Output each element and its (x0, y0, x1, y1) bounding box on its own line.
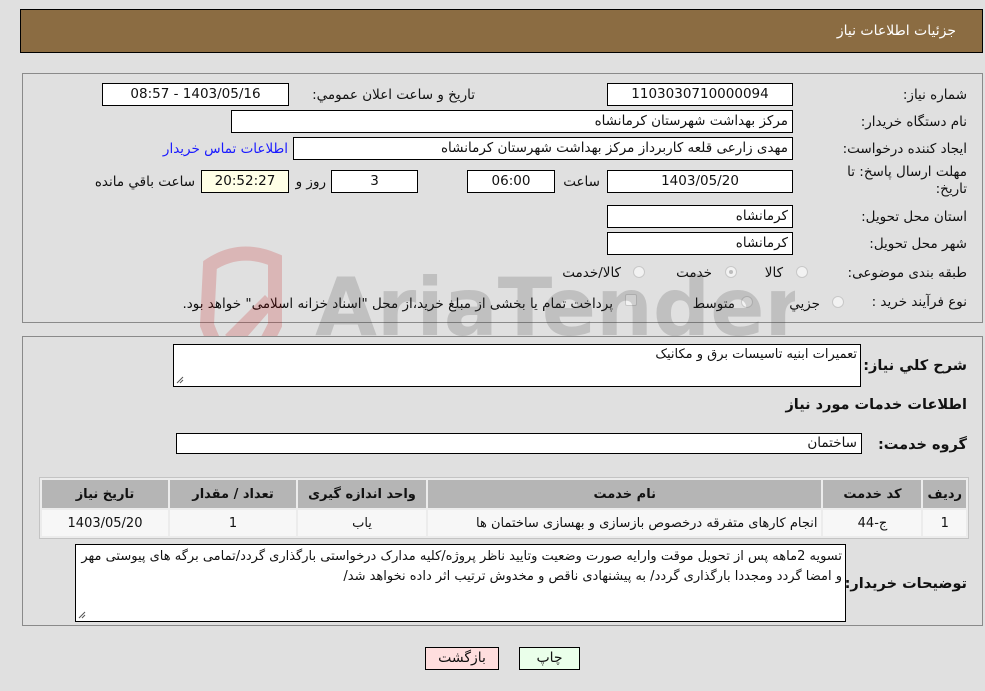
service-group-label: گروه خدمت: (877, 437, 967, 453)
cell-unit: ياب (298, 510, 426, 536)
process-option-medium: متوسط (692, 296, 735, 312)
services-table: رديف کد خدمت نام خدمت واحد اندازه گيری ت… (39, 477, 969, 539)
table-row: 1 ج-44 انجام کارهای متفرقه درخصوص بازساز… (42, 510, 966, 536)
announce-datetime-label: تاريخ و ساعت اعلان عمومي: (312, 87, 475, 103)
service-group-field: ساختمان (176, 433, 862, 454)
general-desc-text: تعميرات ابنيه تاسيسات برق و مکانيک (655, 347, 857, 362)
requester-label: ايجاد کننده درخواست: (842, 141, 967, 157)
deadline-time-label: ساعت (563, 174, 600, 190)
need-number-label: شماره نياز: (902, 87, 967, 103)
resize-grip-icon[interactable] (78, 611, 86, 619)
deadline-time-field: 06:00 (467, 170, 555, 193)
resize-grip-icon[interactable] (176, 376, 184, 384)
buyer-notes-text: تسویه 2ماهه پس از تحویل موقت وارایه صورت… (81, 549, 842, 584)
category-radio-service[interactable] (725, 266, 737, 278)
cell-service-code: ج-44 (823, 510, 922, 536)
category-option-service: خدمت (676, 265, 712, 281)
time-remaining-field: 20:52:27 (201, 170, 289, 193)
days-remaining-field: 3 (331, 170, 418, 193)
services-section-title: اطلاعات خدمات مورد نياز (785, 397, 967, 413)
print-button[interactable]: چاپ (519, 647, 580, 670)
days-label: روز و (295, 174, 326, 190)
page-header: جزئيات اطلاعات نياز (20, 9, 983, 53)
col-service-name: نام خدمت (428, 480, 822, 508)
need-number-field: 1103030710000094 (607, 83, 793, 106)
cell-service-name: انجام کارهای متفرقه درخصوص بازسازی و بهس… (428, 510, 822, 536)
process-radio-medium[interactable] (741, 296, 753, 308)
deadline-date-field: 1403/05/20 (607, 170, 793, 193)
table-header-row: رديف کد خدمت نام خدمت واحد اندازه گيری ت… (42, 480, 966, 508)
delivery-province-label: استان محل تحويل: (861, 209, 967, 225)
cell-need-date: 1403/05/20 (42, 510, 168, 536)
delivery-city-field: کرمانشاه (607, 232, 793, 255)
delivery-city-label: شهر محل تحويل: (869, 236, 967, 252)
cell-row-number: 1 (923, 510, 966, 536)
delivery-province-field: کرمانشاه (607, 205, 793, 228)
treasury-note: پرداخت تمام يا بخشی از مبلغ خريد،از محل … (182, 296, 613, 312)
category-option-goods: کالا (764, 265, 783, 281)
general-desc-label: شرح كلي نياز: (863, 358, 967, 374)
treasury-checkbox[interactable] (625, 294, 637, 306)
category-option-goods-service: کالا/خدمت (562, 265, 621, 281)
back-button[interactable]: بازگشت (425, 647, 499, 670)
col-quantity: تعداد / مقدار (170, 480, 296, 508)
buyer-org-label: نام دستگاه خريدار: (860, 114, 967, 130)
announce-datetime-field: 1403/05/16 - 08:57 (102, 83, 289, 106)
deadline-label: مهلت ارسال پاسخ: تا تاريخ: (847, 164, 967, 197)
col-row-number: رديف (923, 480, 966, 508)
process-radio-minor[interactable] (832, 296, 844, 308)
general-desc-textarea[interactable]: تعميرات ابنيه تاسيسات برق و مکانيک (173, 344, 861, 387)
requester-field: مهدی زارعی قلعه کاربرداز مرکز بهداشت شهر… (293, 137, 793, 160)
cell-quantity: 1 (170, 510, 296, 536)
buyer-notes-label: توضيحات خريدار: (844, 576, 967, 592)
buyer-contact-link[interactable]: اطلاعات تماس خريدار (163, 141, 288, 157)
col-need-date: تاريخ نياز (42, 480, 168, 508)
col-unit: واحد اندازه گيری (298, 480, 426, 508)
col-service-code: کد خدمت (823, 480, 922, 508)
category-radio-goods[interactable] (796, 266, 808, 278)
category-radio-goods-service[interactable] (633, 266, 645, 278)
time-remaining-label: ساعت باقي مانده (94, 174, 195, 190)
category-label: طبقه بندی موضوعی: (847, 265, 967, 281)
buyer-org-field: مرکز بهداشت شهرستان کرمانشاه (231, 110, 793, 133)
purchase-process-label: نوع فرآيند خريد : (871, 294, 967, 310)
buyer-notes-textarea[interactable]: تسویه 2ماهه پس از تحویل موقت وارایه صورت… (75, 544, 846, 622)
process-option-minor: جزيي (789, 296, 820, 312)
page-title: جزئيات اطلاعات نياز (836, 23, 956, 39)
